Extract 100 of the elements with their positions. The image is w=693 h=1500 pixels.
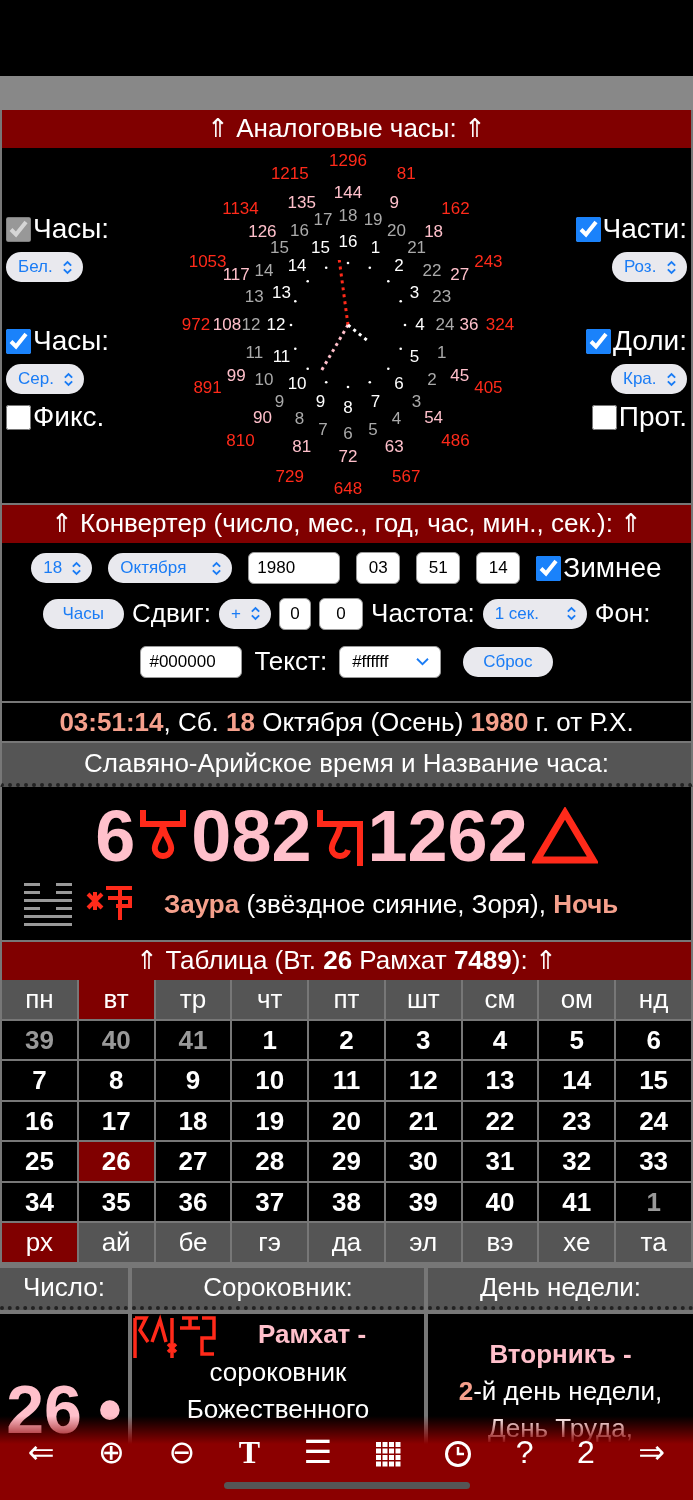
checkbox[interactable] (591, 404, 617, 430)
dial-number: 5 (409, 347, 420, 366)
day-cell[interactable]: 12 (385, 1061, 461, 1100)
day-cell[interactable]: 22 (462, 1101, 538, 1140)
month-cell[interactable]: рх (2, 1223, 77, 1262)
checkbox[interactable] (6, 404, 31, 430)
day-cell[interactable]: 28 (232, 1142, 308, 1181)
day-cell[interactable]: 7 (2, 1061, 77, 1100)
weekday-header[interactable]: ом (539, 980, 615, 1019)
day-cell[interactable]: 40 (462, 1182, 538, 1221)
day-cell[interactable]: 8 (78, 1061, 154, 1100)
forward-button[interactable]: ⇒ (634, 1434, 670, 1470)
day-cell[interactable]: 29 (309, 1142, 384, 1181)
shift-field[interactable]: 0 (279, 597, 312, 630)
day-cell[interactable]: 27 (155, 1142, 231, 1181)
day-cell[interactable]: 11 (309, 1061, 384, 1100)
day-cell[interactable]: 39 (385, 1182, 461, 1221)
checkbox[interactable] (575, 216, 601, 242)
remove-button[interactable]: ⊖ (164, 1434, 200, 1470)
day-cell[interactable]: 6 (616, 1020, 691, 1059)
day-cell[interactable]: 36 (155, 1182, 231, 1221)
day-cell[interactable]: 25 (2, 1142, 77, 1181)
day-cell[interactable]: 31 (462, 1142, 538, 1181)
day-cell[interactable]: 21 (385, 1101, 461, 1140)
day-cell[interactable]: 18 (155, 1101, 231, 1140)
day-cell[interactable]: 2 (309, 1020, 384, 1059)
month-cell[interactable]: вэ (462, 1223, 538, 1262)
day-cell[interactable]: 17 (78, 1101, 154, 1140)
day-cell[interactable]: 40 (78, 1020, 154, 1059)
day-cell[interactable]: 26 (78, 1142, 154, 1181)
text-label: Текст: (254, 645, 328, 678)
weekday-header[interactable]: пн (2, 980, 77, 1019)
weekday-header[interactable]: чт (232, 980, 308, 1019)
color-field[interactable]: #000000 (140, 645, 243, 678)
day-cell[interactable]: 5 (539, 1020, 615, 1059)
month-name: Рамхат - (258, 1317, 367, 1351)
checkbox[interactable] (536, 555, 562, 581)
second-field[interactable]: 14 (476, 552, 521, 584)
day-cell[interactable]: 24 (616, 1101, 691, 1140)
weekday-header[interactable]: пт (309, 980, 384, 1019)
dial-number: 81 (396, 164, 416, 183)
section-header[interactable]: ⇑ Конвертер (число, мес., год, час, мин., сек.): ⇑ (2, 505, 691, 543)
month-description: Божественного (185, 1392, 371, 1426)
day-cell[interactable]: 19 (232, 1101, 308, 1140)
day-cell[interactable]: 4 (462, 1020, 538, 1059)
day-cell[interactable]: 38 (309, 1182, 384, 1221)
month-cell[interactable]: хе (539, 1223, 615, 1262)
dial-number: 27 (450, 265, 470, 284)
weekday-header[interactable]: см (462, 980, 538, 1019)
day-cell[interactable]: 33 (616, 1142, 691, 1181)
day-cell[interactable]: 37 (232, 1182, 308, 1221)
weekday-header[interactable]: шт (385, 980, 461, 1019)
dial-number: 14 (254, 261, 274, 280)
month-cell[interactable]: да (309, 1223, 384, 1262)
weekday-header[interactable]: тр (155, 980, 231, 1019)
year-field[interactable]: 1980 (248, 552, 341, 584)
menu-button[interactable]: ☰ (299, 1434, 337, 1470)
shift-field[interactable]: 0 (319, 597, 364, 630)
day-cell[interactable]: 39 (2, 1020, 77, 1059)
day-cell[interactable]: 9 (155, 1061, 231, 1100)
text-button[interactable]: T (234, 1434, 265, 1470)
month-cell[interactable]: гэ (232, 1223, 308, 1262)
day-cell[interactable]: 35 (78, 1182, 154, 1221)
day-cell[interactable]: 41 (155, 1020, 231, 1059)
dial-number: 10 (254, 370, 274, 389)
checkbox[interactable] (6, 328, 31, 354)
month-cell[interactable]: эл (385, 1223, 461, 1262)
day-cell[interactable]: 41 (539, 1182, 615, 1221)
month-cell[interactable]: бе (155, 1223, 231, 1262)
color-field[interactable]: #ffffff (339, 645, 442, 678)
day-cell[interactable]: 13 (462, 1061, 538, 1100)
section-header[interactable]: ⇑ Аналоговые часы: ⇑ (2, 110, 691, 148)
weekday-header[interactable]: нд (616, 980, 691, 1019)
dial-number: 1134 (222, 200, 259, 218)
column-header: Сороковник: (132, 1267, 424, 1310)
dial-number: 6 (343, 425, 353, 443)
month-cell[interactable]: та (616, 1223, 691, 1262)
day-cell[interactable]: 20 (309, 1101, 384, 1140)
day-cell[interactable]: 34 (2, 1182, 77, 1221)
dial-number: 14 (287, 257, 307, 276)
day-cell[interactable]: 14 (539, 1061, 615, 1100)
hour-field[interactable]: 03 (356, 552, 401, 584)
dial-number: 22 (422, 261, 442, 280)
dial-number: 162 (441, 200, 470, 218)
day-cell[interactable]: 3 (385, 1020, 461, 1059)
day-cell[interactable]: 23 (539, 1101, 615, 1140)
day-cell[interactable]: 1 (232, 1020, 308, 1059)
checkbox[interactable] (586, 328, 611, 354)
day-cell[interactable]: 32 (539, 1142, 615, 1181)
month-cell[interactable]: ай (78, 1223, 154, 1262)
section-header[interactable]: ⇑ Таблица (Вт. 26 Рамхат 7489): ⇑ (2, 942, 691, 980)
minute-field[interactable]: 51 (416, 552, 461, 584)
day-cell[interactable]: 30 (385, 1142, 461, 1181)
dial-number: 36 (459, 316, 479, 334)
day-cell[interactable]: 16 (2, 1101, 77, 1140)
weekday-header[interactable]: вт (78, 980, 154, 1019)
day-cell[interactable]: 10 (232, 1061, 308, 1100)
day-cell[interactable]: 15 (616, 1061, 691, 1100)
day-cell[interactable]: 1 (616, 1182, 691, 1221)
dial-number: 1 (436, 344, 447, 363)
